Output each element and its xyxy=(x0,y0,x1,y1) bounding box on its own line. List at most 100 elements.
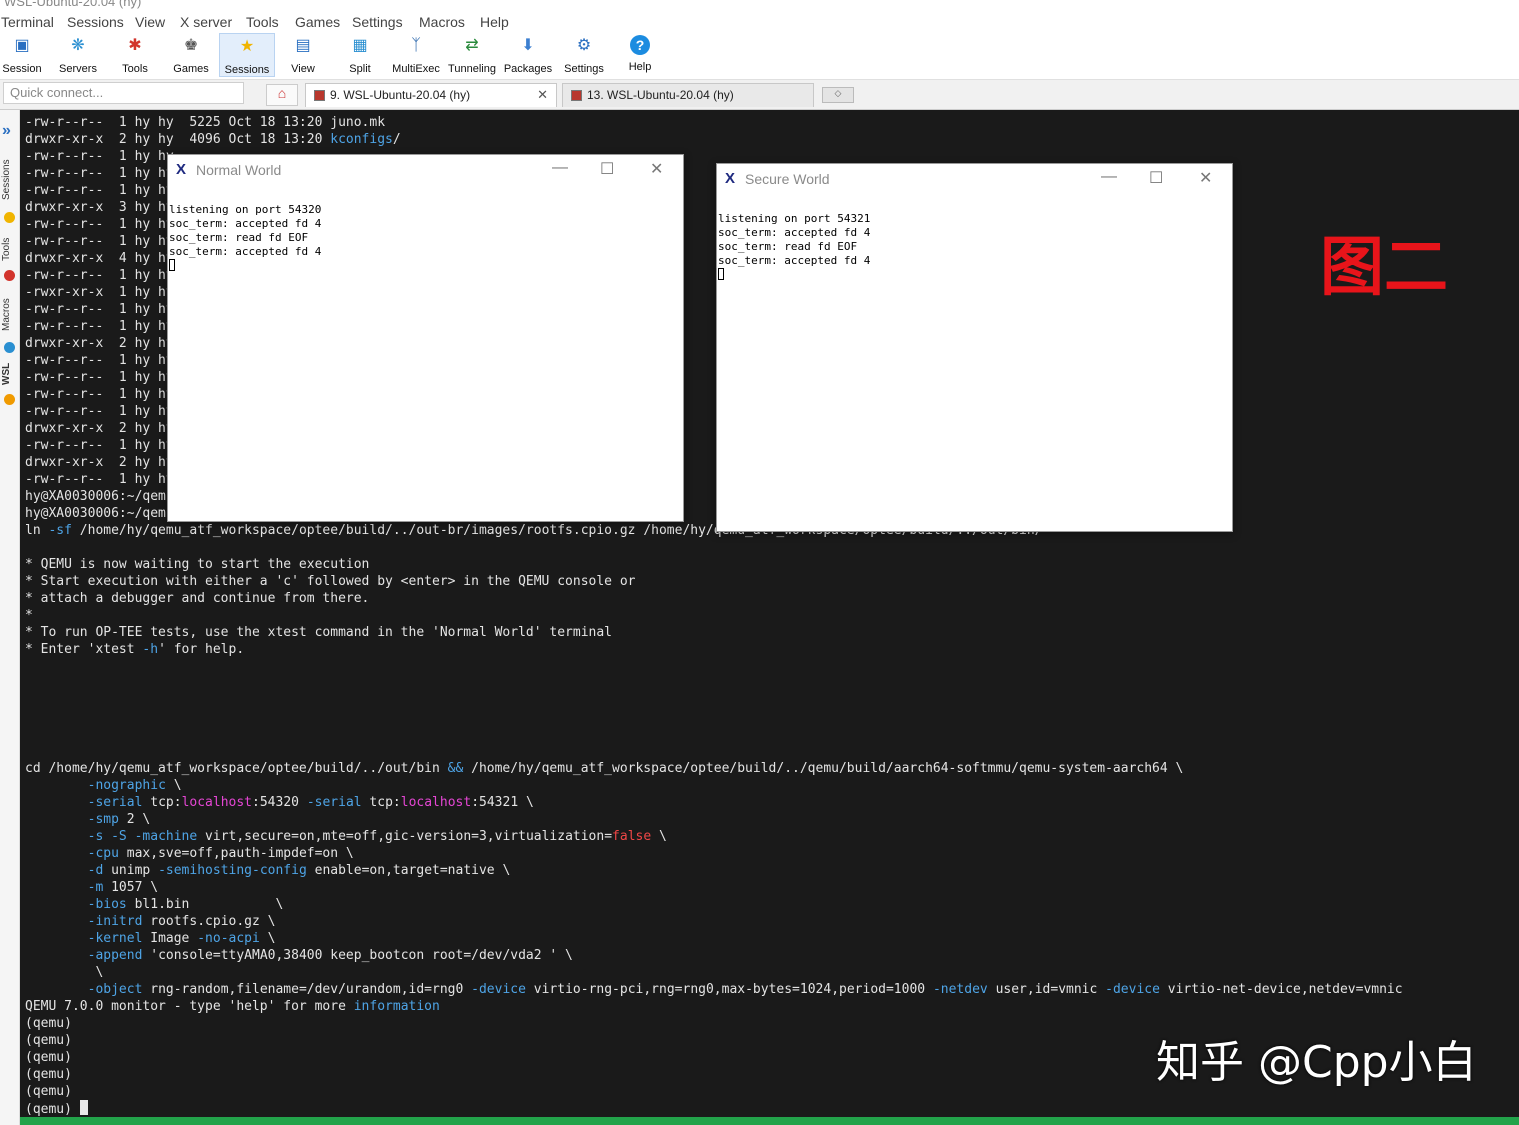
sessions-button[interactable]: ★ Sessions xyxy=(219,33,275,77)
qemu-arg-line: -m 1057 \ xyxy=(25,879,158,896)
qemu-option: -serial xyxy=(87,795,143,810)
qemu-option: -nographic xyxy=(87,778,166,793)
menu-games[interactable]: Games xyxy=(295,14,340,30)
qemu-value: bl1.bin \ xyxy=(126,897,284,912)
session-button[interactable]: ▣ Session xyxy=(0,33,50,77)
tools-button[interactable]: ✱ Tools xyxy=(107,33,163,77)
qemu-value: \ xyxy=(259,931,276,946)
secure-world-console[interactable]: listening on port 54321 soc_term: accept… xyxy=(718,198,870,282)
expand-chevron-icon[interactable]: » xyxy=(2,122,11,140)
view-button[interactable]: ▤ View xyxy=(275,33,331,77)
command-text: cd /home/hy/qemu_atf_workspace/optee/bui… xyxy=(25,761,448,776)
qemu-value: unimp xyxy=(103,863,159,878)
servers-button[interactable]: ❋ Servers xyxy=(50,33,106,77)
listing-text: -rw-r--r-- 1 hy hy xyxy=(25,353,174,368)
menu-xserver[interactable]: X server xyxy=(180,14,232,30)
console-line: listening on port 54320 xyxy=(169,203,322,216)
qemu-option: -s xyxy=(87,829,104,844)
listing-text: -rw-r--r-- 1 hy hy xyxy=(25,268,174,283)
secure-world-window[interactable]: X Secure World — ☐ ✕ listening on port 5… xyxy=(716,163,1233,532)
terminal-tab-icon xyxy=(571,90,582,101)
cursor xyxy=(169,259,175,271)
tab-session-13[interactable]: 13. WSL-Ubuntu-20.04 (hy) xyxy=(562,83,814,107)
qemu-option: -smp xyxy=(87,812,119,827)
games-icon: ♚ xyxy=(183,37,199,54)
menu-settings[interactable]: Settings xyxy=(352,14,403,30)
listing-text: -rw-r--r-- 1 hy hy xyxy=(25,319,174,334)
listing-text: -rw-r--r-- 1 hy hy xyxy=(25,217,174,232)
listing-row: -rw-r--r-- 1 hy hy xyxy=(25,369,174,386)
listing-text: drwxr-xr-x 2 hy hy xyxy=(25,421,174,436)
command-flag: -sf xyxy=(48,523,72,538)
menu-sessions[interactable]: Sessions xyxy=(67,14,124,30)
sidebar-tab-sessions[interactable]: Sessions xyxy=(1,154,17,206)
minimize-icon[interactable]: — xyxy=(1101,168,1117,186)
qemu-value: :54321 \ xyxy=(471,795,534,810)
packages-button[interactable]: ⬇ Packages xyxy=(500,33,556,77)
qemu-value: \ xyxy=(87,965,104,980)
menu-terminal[interactable]: Terminal xyxy=(1,14,54,30)
qemu-arg-line: \ xyxy=(25,964,103,981)
split-button[interactable]: ▦ Split xyxy=(332,33,388,77)
tab-label: 13. WSL-Ubuntu-20.04 (hy) xyxy=(587,88,734,102)
menu-view[interactable]: View xyxy=(135,14,165,30)
minimize-icon[interactable]: — xyxy=(552,159,568,177)
normal-world-console[interactable]: listening on port 54320 soc_term: accept… xyxy=(169,189,321,273)
games-button[interactable]: ♚ Games xyxy=(163,33,219,77)
info-line: * Start execution with either a 'c' foll… xyxy=(25,573,635,590)
qemu-option: -m xyxy=(87,880,104,895)
close-icon[interactable]: ✕ xyxy=(537,87,548,103)
info-line: * QEMU is now waiting to start the execu… xyxy=(25,556,369,573)
qemu-prompt: (qemu) xyxy=(25,1015,72,1032)
menu-tools[interactable]: Tools xyxy=(246,14,279,30)
split-icon: ▦ xyxy=(352,37,368,54)
qemu-value: 1057 \ xyxy=(103,880,159,895)
tabs-bar: Quick connect... ⌂ 9. WSL-Ubuntu-20.04 (… xyxy=(0,80,1519,110)
tab-session-9[interactable]: 9. WSL-Ubuntu-20.04 (hy) ✕ xyxy=(305,83,557,107)
monitor-prompt: (qemu) xyxy=(25,1067,72,1082)
qemu-arg-line: -smp 2 \ xyxy=(25,811,151,828)
maximize-icon[interactable]: ☐ xyxy=(1149,168,1163,188)
qemu-option: -serial xyxy=(306,795,362,810)
close-icon[interactable]: ✕ xyxy=(1199,168,1212,188)
console-line: listening on port 54321 xyxy=(718,212,871,225)
side-panel: » Sessions Tools Macros WSL xyxy=(0,110,20,1125)
close-icon[interactable]: ✕ xyxy=(650,159,663,179)
info-line: * xyxy=(25,607,33,624)
listing-row: -rw-r--r-- 1 hy hy xyxy=(25,437,174,454)
qemu-option: -semihosting-config xyxy=(158,863,307,878)
listing-text: -rw-r--r-- 1 hy hy xyxy=(25,183,174,198)
monitor-prompt: (qemu) xyxy=(25,1033,72,1048)
maximize-icon[interactable]: ☐ xyxy=(600,159,614,179)
monitor-prompt: (qemu) xyxy=(25,1084,72,1099)
qemu-value xyxy=(103,829,111,844)
listing-text: -rw-r--r-- 1 hy hy xyxy=(25,472,174,487)
qemu-value: tcp: xyxy=(361,795,401,810)
watermark: 知乎 @Cpp小白 xyxy=(1156,1037,1477,1088)
normal-world-window[interactable]: X Normal World — ☐ ✕ listening on port 5… xyxy=(167,154,684,522)
toolbar: ▣ Session ❋ Servers ✱ Tools ♚ Games ★ Session… xyxy=(0,33,1519,80)
new-tab-button[interactable]: ◇ xyxy=(822,87,854,103)
sidebar-tab-macros[interactable]: Macros xyxy=(1,292,17,338)
quick-connect-input[interactable]: Quick connect... xyxy=(3,82,244,104)
multiexec-button[interactable]: ᛉ MultiExec xyxy=(388,33,444,77)
tunneling-button[interactable]: ⇄ Tunneling xyxy=(444,33,500,77)
listing-row: drwxr-xr-x 4 hy hy xyxy=(25,250,174,267)
sidebar-tab-tools[interactable]: Tools xyxy=(1,232,17,266)
session-icon: ▣ xyxy=(14,37,30,54)
listing-text: -rwxr-xr-x 1 hy hy xyxy=(25,285,174,300)
help-button[interactable]: ? Help xyxy=(612,33,668,77)
menu-help[interactable]: Help xyxy=(480,14,509,30)
home-tab-button[interactable]: ⌂ xyxy=(266,84,298,106)
listing-text: -rw-r--r-- 1 hy hy xyxy=(25,370,174,385)
console-line: soc_term: accepted fd 4 xyxy=(169,245,322,258)
settings-button[interactable]: ⚙ Settings xyxy=(556,33,612,77)
menu-macros[interactable]: Macros xyxy=(419,14,465,30)
sidebar-tab-wsl[interactable]: WSL xyxy=(1,360,17,388)
